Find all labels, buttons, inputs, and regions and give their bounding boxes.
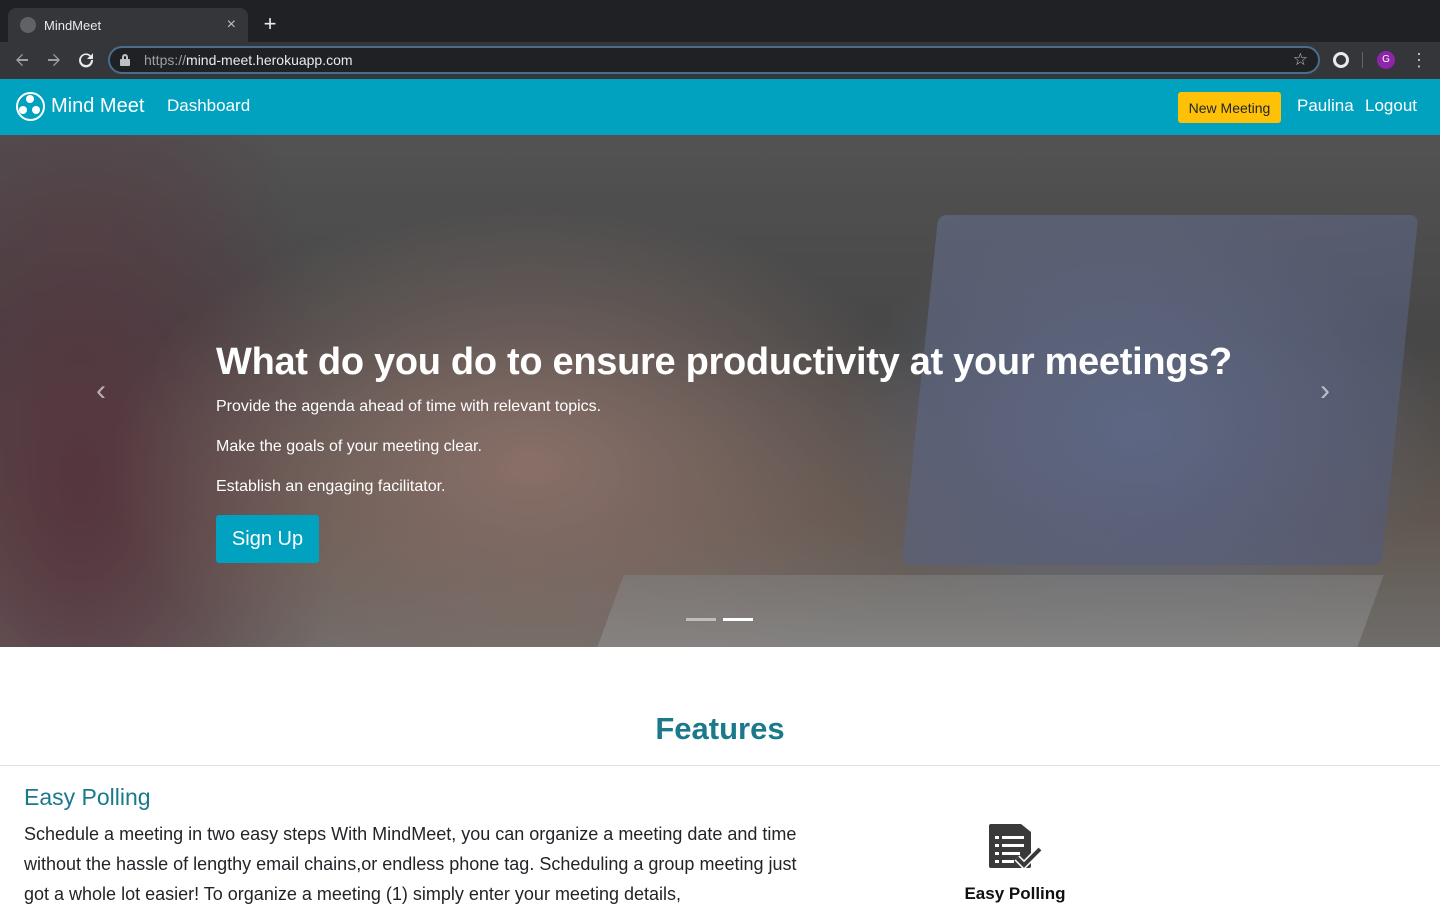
reload-button[interactable]	[74, 48, 98, 72]
tab-title: MindMeet	[44, 17, 102, 33]
brand-link[interactable]: Mind Meet	[16, 92, 144, 121]
arrow-right-icon	[48, 54, 60, 66]
reload-icon	[79, 53, 94, 68]
feature-icon-label: Easy Polling	[964, 884, 1066, 903]
toolbar-divider	[1362, 52, 1363, 68]
arrow-left-icon	[16, 54, 28, 66]
globe-icon	[20, 17, 36, 33]
back-button[interactable]	[10, 48, 34, 72]
section-divider	[0, 765, 1440, 766]
sign-up-button[interactable]: Sign Up	[216, 515, 319, 563]
hero-title: What do you do to ensure productivity at…	[216, 341, 1232, 383]
browser-tab[interactable]: MindMeet ×	[8, 8, 248, 42]
carousel-indicator[interactable]	[686, 618, 716, 621]
more-menu-icon[interactable]: ⋮	[1410, 48, 1428, 72]
hero-line: Make the goals of your meeting clear.	[216, 438, 482, 455]
nav-dashboard-link[interactable]: Dashboard	[167, 96, 250, 116]
hero-overlay	[0, 135, 1440, 647]
browser-toolbar: https://mind-meet.herokuapp.com ☆ G ⋮	[0, 42, 1440, 79]
carousel-prev-icon[interactable]: ‹	[96, 375, 120, 407]
extension-icon[interactable]	[1333, 52, 1349, 68]
carousel-indicator-active[interactable]	[723, 618, 753, 621]
address-bar[interactable]: https://mind-meet.herokuapp.com ☆	[108, 46, 1320, 74]
brand-name: Mind Meet	[51, 95, 145, 117]
new-meeting-button[interactable]: New Meeting	[1178, 92, 1281, 123]
brand-logo-icon	[16, 92, 45, 121]
feature-description: Schedule a meeting in two easy steps Wit…	[24, 824, 797, 904]
close-icon[interactable]: ×	[227, 17, 236, 33]
hero-line: Provide the agenda ahead of time with re…	[216, 398, 602, 415]
checklist-icon	[989, 824, 1043, 870]
nav-user-link[interactable]: Paulina	[1297, 96, 1354, 116]
nav-logout-link[interactable]: Logout	[1365, 96, 1417, 116]
browser-tab-bar: MindMeet × +	[0, 0, 1440, 42]
features-title: Features	[655, 711, 785, 746]
profile-avatar[interactable]: G	[1377, 51, 1395, 69]
lock-icon	[120, 54, 130, 66]
new-tab-button[interactable]: +	[258, 12, 282, 36]
carousel-next-icon[interactable]: ›	[1320, 375, 1344, 407]
site-navbar: Mind Meet Dashboard New Meeting Paulina …	[0, 79, 1440, 135]
hero-carousel: ‹ › What do you do to ensure productivit…	[0, 135, 1440, 647]
feature-heading: Easy Polling	[24, 784, 151, 810]
hero-line: Establish an engaging facilitator.	[216, 478, 446, 495]
url-text[interactable]: https://mind-meet.herokuapp.com	[144, 52, 1293, 68]
forward-button[interactable]	[42, 48, 66, 72]
bookmark-star-icon[interactable]: ☆	[1293, 50, 1308, 70]
